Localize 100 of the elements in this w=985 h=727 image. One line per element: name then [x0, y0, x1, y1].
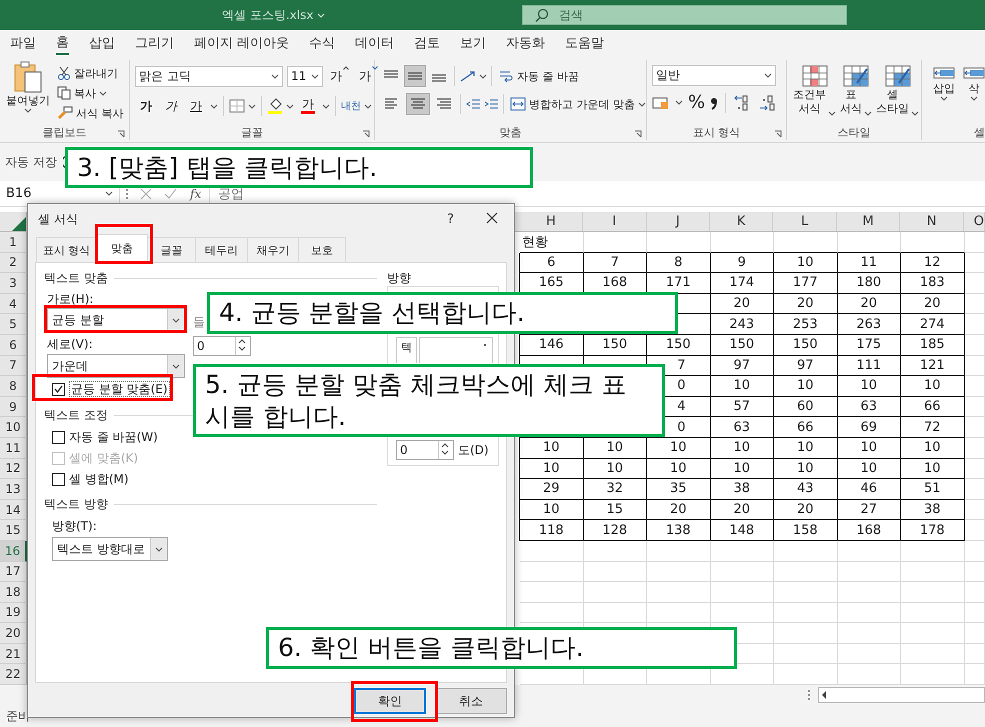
horizontal-dropdown[interactable]: 균등 분할: [47, 308, 185, 332]
font-name-field[interactable]: 맑은 고딕: [135, 66, 283, 86]
checkbox[interactable]: [52, 430, 65, 444]
percent-style-button[interactable]: %: [688, 92, 706, 113]
dialog-launcher-icon[interactable]: [634, 130, 642, 138]
table-cell: 183: [901, 273, 964, 294]
column-header[interactable]: H: [520, 212, 584, 231]
cut-button[interactable]: 잘라내기: [55, 64, 126, 82]
number-spinner[interactable]: 0: [193, 336, 251, 356]
cell-action-button[interactable]: 삽입: [932, 64, 956, 124]
table-cell: 158: [774, 520, 838, 541]
row-header[interactable]: 8: [0, 376, 27, 397]
font-size-field[interactable]: 11: [287, 66, 323, 86]
table-cell: 10: [647, 438, 710, 459]
number-format-field[interactable]: 일반: [652, 65, 776, 86]
column-header[interactable]: M: [836, 212, 900, 231]
grow-font-button[interactable]: 가: [327, 65, 352, 87]
dialog-launcher-icon[interactable]: [774, 130, 782, 138]
caret-icon: [864, 110, 872, 116]
horizontal-scrollbar[interactable]: [818, 687, 985, 704]
row-header[interactable]: 1: [0, 232, 27, 253]
row-header[interactable]: 22: [0, 664, 27, 686]
shrink-font-button[interactable]: 가: [356, 65, 381, 87]
row-header[interactable]: 21: [0, 644, 27, 664]
row-header[interactable]: 16: [0, 540, 27, 562]
row-header[interactable]: 19: [0, 602, 27, 624]
number-spinner[interactable]: 0: [396, 440, 454, 460]
wrap-text-button[interactable]: 자동 줄 바꿈: [496, 67, 581, 85]
row-header[interactable]: 17: [0, 562, 27, 582]
row-header[interactable]: 13: [0, 479, 27, 500]
menu-tab[interactable]: 도움말: [565, 32, 604, 54]
table-cell: 63: [838, 396, 901, 418]
horizontal-align-button[interactable]: [406, 93, 430, 115]
row-header[interactable]: 11: [0, 438, 27, 459]
menu-tab[interactable]: 수식: [309, 32, 336, 54]
style-gallery-button[interactable]: 셀 스타일: [875, 64, 920, 116]
checkbox[interactable]: [52, 382, 65, 396]
style-gallery-button[interactable]: 조건부 서식: [792, 64, 837, 116]
checkbox[interactable]: [52, 472, 65, 486]
row-header[interactable]: 15: [0, 520, 27, 541]
direction-dropdown[interactable]: 텍스트 방향대로: [52, 537, 168, 561]
format-painter-button[interactable]: 서식 복사: [55, 104, 126, 122]
font-color-button[interactable]: 가: [297, 95, 319, 117]
row-header[interactable]: 2: [0, 252, 27, 274]
row-header[interactable]: 10: [0, 417, 27, 438]
menu-tab[interactable]: 페이지 레이아웃: [194, 32, 290, 54]
merge-center-button[interactable]: 병합하고 가운데 맞춤: [508, 95, 648, 113]
column-header[interactable]: I: [583, 212, 647, 231]
menu-tab[interactable]: 파일: [10, 32, 36, 54]
section-heading: 방향: [387, 271, 411, 285]
align-lines-icon: [435, 97, 453, 111]
italic-button[interactable]: 가: [160, 95, 182, 117]
column-header[interactable]: L: [773, 212, 837, 231]
dialog-tab[interactable]: 표시 형식: [36, 237, 97, 262]
table-cell: 46: [838, 479, 901, 500]
row-header[interactable]: 5: [0, 314, 27, 335]
table-cell: 9: [710, 252, 774, 274]
table-cell: 38: [710, 479, 774, 500]
copy-button[interactable]: 복사: [55, 84, 126, 102]
search-field[interactable]: 검색: [522, 5, 847, 25]
row-header[interactable]: 6: [0, 334, 27, 356]
table-cell: 10: [838, 458, 901, 480]
column-header[interactable]: K: [710, 212, 774, 231]
menu-tab[interactable]: 삽입: [89, 32, 115, 54]
table-cell: 69: [838, 417, 901, 438]
row-header[interactable]: 20: [0, 623, 27, 644]
column-header[interactable]: N: [900, 212, 964, 231]
vertical-text-option[interactable]: 텍: [396, 337, 417, 363]
row-header[interactable]: 3: [0, 273, 27, 294]
row-header[interactable]: 9: [0, 396, 27, 418]
table-cell: 168: [838, 520, 901, 541]
insert-function-button[interactable]: fx: [182, 186, 210, 200]
underline-button[interactable]: 가: [185, 95, 207, 117]
phonetic-guide-label[interactable]: 내천: [341, 99, 361, 113]
table-cell: 10: [774, 438, 838, 459]
bold-button[interactable]: 가: [135, 95, 157, 117]
vertical-align-button[interactable]: [404, 65, 426, 87]
menu-tab[interactable]: 그리기: [135, 32, 174, 54]
row-header[interactable]: 18: [0, 582, 27, 603]
help-button[interactable]: ?: [441, 210, 460, 228]
row-header[interactable]: 4: [0, 294, 27, 314]
column-header[interactable]: O: [964, 212, 985, 231]
dialog-launcher-icon[interactable]: [362, 130, 370, 138]
paste-button[interactable]: 붙여넣기: [5, 60, 51, 124]
style-gallery-button[interactable]: 표 서식: [839, 64, 873, 116]
dialog-tab[interactable]: 맞춤: [96, 234, 148, 262]
cell-action-button[interactable]: 삭: [962, 64, 985, 124]
dialog-button[interactable]: 확인: [354, 688, 426, 714]
row-header[interactable]: 7: [0, 356, 27, 376]
menu-tab[interactable]: 검토: [414, 32, 440, 54]
menu-tab[interactable]: 데이터: [355, 32, 394, 54]
dialog-button[interactable]: 취소: [435, 688, 507, 714]
menu-tab[interactable]: 자동화: [506, 32, 546, 54]
dialog-tab[interactable]: 보호: [298, 237, 346, 262]
row-header[interactable]: 12: [0, 458, 27, 480]
row-header[interactable]: 14: [0, 500, 27, 520]
column-header[interactable]: J: [646, 212, 710, 231]
menu-tab[interactable]: 보기: [460, 32, 486, 54]
file-name[interactable]: 엑셀 포스팅.xlsx: [222, 6, 314, 24]
dialog-launcher-icon[interactable]: [117, 130, 125, 138]
